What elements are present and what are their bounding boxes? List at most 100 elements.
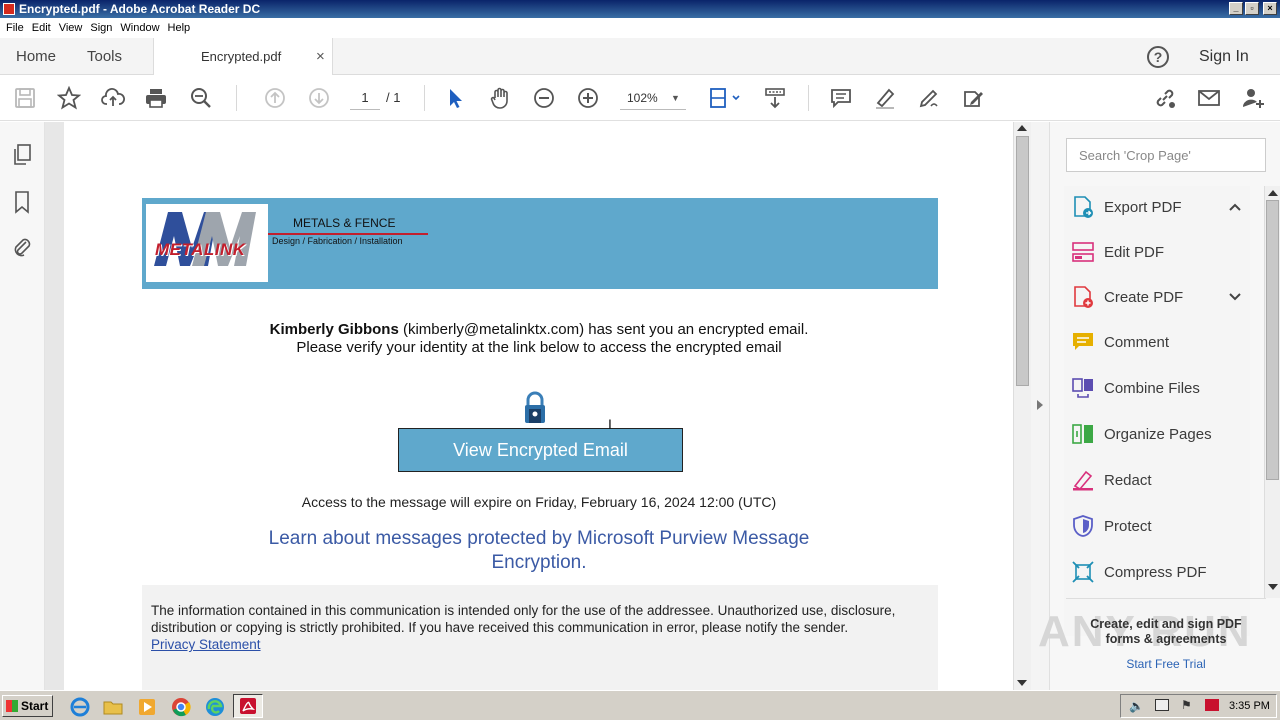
expiry-notice: Access to the message will expire on Fri… — [301, 494, 777, 510]
highlight-pen-icon[interactable] — [872, 85, 898, 111]
tools-scroll-up-icon[interactable] — [1268, 190, 1278, 196]
bookmarks-icon[interactable] — [12, 190, 32, 219]
learn-more-link[interactable]: Learn about messages protected by Micros… — [64, 527, 1013, 575]
tool-label: Export PDF — [1104, 198, 1182, 216]
save-icon[interactable] — [12, 85, 38, 111]
chrome-icon[interactable] — [170, 696, 192, 718]
email-icon[interactable] — [1196, 85, 1222, 111]
chevron-down-icon — [1229, 293, 1241, 301]
menu-file[interactable]: File — [6, 22, 24, 34]
tool-export-pdf[interactable]: Export PDF — [1070, 187, 1260, 227]
verify-line: Please verify your identity at the link … — [296, 339, 782, 356]
scroll-up-arrow-icon[interactable] — [1017, 125, 1027, 131]
fill-sign-icon[interactable] — [960, 85, 986, 111]
tools-search-input[interactable]: Search 'Crop Page' — [1066, 138, 1266, 172]
left-nav-rail — [0, 122, 54, 690]
start-free-trial-link[interactable]: Start Free Trial — [1066, 657, 1266, 671]
ie-icon[interactable] — [69, 696, 91, 718]
page-down-icon[interactable] — [306, 85, 332, 111]
start-label: Start — [21, 699, 49, 713]
learn-more-line1: Learn about messages protected by Micros… — [268, 528, 810, 549]
privacy-statement-link[interactable]: Privacy Statement — [151, 636, 895, 653]
minimize-button[interactable]: _ — [1229, 2, 1243, 15]
company-logo: METALINK — [146, 204, 268, 282]
tool-create-pdf[interactable]: Create PDF — [1070, 277, 1260, 317]
tools-scroll-thumb[interactable] — [1266, 200, 1279, 480]
tool-compress-pdf[interactable]: Compress PDF — [1070, 552, 1260, 592]
text-cursor-icon: I — [608, 416, 612, 432]
tools-scroll-down-icon[interactable] — [1268, 584, 1278, 590]
upload-cloud-icon[interactable] — [100, 85, 126, 111]
page-thumbnails-icon[interactable] — [11, 143, 33, 172]
menu-view[interactable]: View — [59, 22, 83, 34]
tool-protect[interactable]: Protect — [1070, 506, 1260, 546]
zoom-select[interactable]: 102% ▼ — [620, 88, 686, 110]
zoom-search-icon[interactable] — [188, 85, 214, 111]
tools-search-placeholder: Search 'Crop Page' — [1079, 148, 1191, 163]
start-button[interactable]: Start — [2, 695, 53, 717]
tool-redact[interactable]: Redact — [1070, 460, 1260, 500]
chevron-down-icon: ▼ — [671, 93, 680, 103]
zoom-in-icon[interactable] — [575, 85, 601, 111]
menu-edit[interactable]: Edit — [32, 22, 51, 34]
help-icon[interactable]: ? — [1147, 46, 1169, 68]
media-player-icon[interactable] — [136, 696, 158, 718]
print-icon[interactable] — [143, 85, 169, 111]
menu-sign[interactable]: Sign — [90, 22, 112, 34]
promo-line2: forms & agreements — [1105, 632, 1227, 646]
tool-combine-files[interactable]: Combine Files — [1070, 368, 1260, 408]
view-encrypted-email-button[interactable]: View Encrypted Email — [398, 428, 683, 472]
sign-in-link[interactable]: Sign In — [1199, 38, 1249, 75]
zoom-out-icon[interactable] — [531, 85, 557, 111]
tab-close-button[interactable]: × — [316, 38, 325, 75]
scroll-thumb[interactable] — [1016, 136, 1029, 386]
network-icon[interactable] — [1155, 699, 1169, 711]
tool-comment[interactable]: Comment — [1070, 322, 1260, 362]
folder-icon[interactable] — [102, 696, 124, 718]
edit-pdf-icon — [1070, 239, 1096, 265]
page-up-icon[interactable] — [262, 85, 288, 111]
export-pdf-icon — [1070, 194, 1096, 220]
protect-icon — [1070, 513, 1096, 539]
header-banner: METALINK METALS & FENCE Design / Fabrica… — [142, 198, 938, 289]
tool-label: Organize Pages — [1104, 425, 1212, 443]
bookmark-star-icon[interactable] — [56, 85, 82, 111]
fit-page-icon[interactable] — [708, 85, 742, 111]
tab-document[interactable]: Encrypted.pdf × — [153, 38, 333, 76]
tab-home[interactable]: Home — [16, 38, 56, 75]
comment-icon[interactable] — [828, 85, 854, 111]
title-bar: Encrypted.pdf - Adobe Acrobat Reader DC … — [0, 0, 1280, 18]
scroll-mode-icon[interactable] — [762, 85, 788, 111]
hand-tool-icon[interactable] — [487, 85, 513, 111]
tool-edit-pdf[interactable]: Edit PDF — [1070, 232, 1260, 272]
menu-help[interactable]: Help — [168, 22, 191, 34]
tools-scrollbar[interactable] — [1264, 186, 1280, 598]
close-button[interactable]: × — [1263, 2, 1277, 15]
select-cursor-icon[interactable] — [443, 85, 469, 111]
restore-button[interactable]: ▫ — [1245, 2, 1259, 15]
acrobat-taskbar-button[interactable] — [233, 694, 263, 718]
vertical-scrollbar[interactable] — [1013, 122, 1031, 690]
tab-tools[interactable]: Tools — [87, 38, 122, 75]
zoom-value: 102% — [627, 91, 658, 105]
acrobat-taskbar-icon — [240, 698, 256, 714]
menu-window[interactable]: Window — [120, 22, 159, 34]
system-tray: 🔈 ⚑ 3:35 PM — [1120, 694, 1277, 718]
flag-icon[interactable]: ⚑ — [1181, 698, 1192, 712]
learn-more-line2: Encryption. — [491, 552, 587, 573]
add-user-icon[interactable] — [1240, 85, 1266, 111]
pdf-page: METALINK METALS & FENCE Design / Fabrica… — [64, 122, 1013, 690]
share-link-icon[interactable] — [1152, 85, 1178, 111]
page-number-input[interactable]: 1 — [350, 88, 380, 110]
comment-icon — [1070, 329, 1096, 355]
volume-icon[interactable]: 🔈 — [1129, 699, 1144, 713]
edge-icon[interactable] — [204, 696, 226, 718]
disclaimer-line1: The information contained in this commun… — [151, 603, 896, 618]
draw-icon[interactable] — [916, 85, 942, 111]
tool-organize-pages[interactable]: Organize Pages — [1070, 414, 1260, 454]
shield-tray-icon[interactable] — [1205, 699, 1219, 711]
right-panel-toggle[interactable] — [1031, 122, 1049, 690]
tool-label: Compress PDF — [1104, 563, 1207, 581]
scroll-down-arrow-icon[interactable] — [1017, 680, 1027, 686]
attachments-icon[interactable] — [11, 235, 33, 264]
